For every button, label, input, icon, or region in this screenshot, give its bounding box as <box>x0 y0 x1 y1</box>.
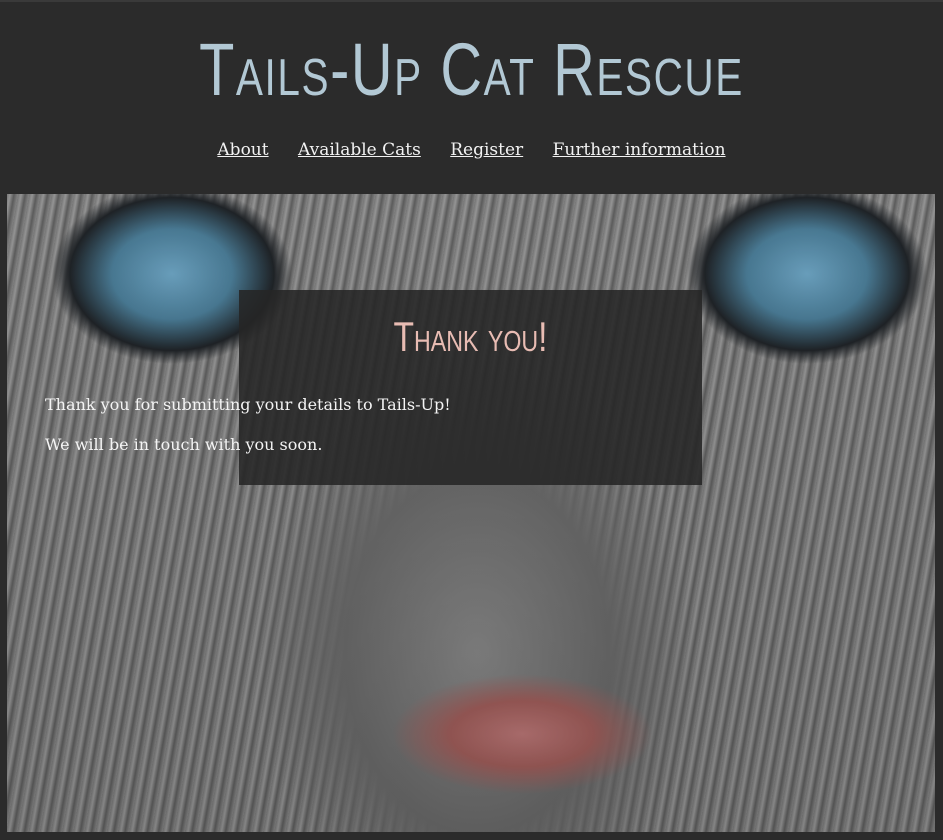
nav-link-register[interactable]: Register <box>450 140 523 160</box>
follow-up-text: We will be in touch with you soon. <box>45 435 323 454</box>
site-title: Tails-Up Cat Rescue <box>199 28 744 111</box>
thank-you-heading: Thank you! <box>393 313 548 360</box>
confirmation-text: Thank you for submitting your details to… <box>45 395 451 414</box>
main-nav: About Available Cats Register Further in… <box>0 140 943 160</box>
nav-link-further-information[interactable]: Further information <box>553 140 726 160</box>
site-header: Tails-Up Cat Rescue About Available Cats… <box>0 0 943 194</box>
nav-link-about[interactable]: About <box>217 140 268 160</box>
thank-you-panel: Thank you! <box>239 290 702 485</box>
nav-link-available-cats[interactable]: Available Cats <box>298 140 421 160</box>
